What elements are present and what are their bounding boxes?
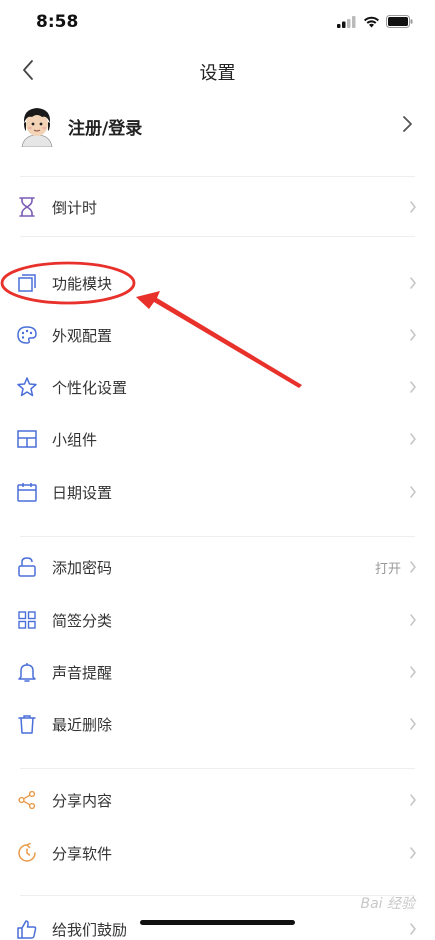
chevron-right-icon — [410, 666, 416, 678]
chevron-right-icon — [410, 718, 416, 730]
hourglass-icon — [14, 194, 40, 220]
share-icon — [14, 787, 40, 813]
thumbs-up-icon — [14, 916, 40, 940]
settings-item-label: 分享内容 — [52, 792, 113, 810]
page-title: 设置 — [199, 63, 236, 84]
settings-item-label: 声音提醒 — [52, 664, 113, 682]
wifi-icon — [364, 16, 379, 27]
divider — [20, 895, 415, 896]
calendar-icon — [14, 479, 40, 505]
settings-item-widgets[interactable]: 小组件 — [0, 413, 435, 465]
settings-item-share-app[interactable]: 分享软件 — [0, 827, 435, 879]
settings-item-sound-reminder[interactable]: 声音提醒 — [0, 646, 435, 698]
widget-layout-icon — [14, 426, 40, 452]
chevron-right-icon — [410, 847, 416, 859]
settings-item-label: 功能模块 — [52, 275, 113, 293]
settings-item-date[interactable]: 日期设置 — [0, 466, 435, 518]
account-label: 注册/登录 — [68, 119, 143, 139]
settings-item-add-password[interactable]: 添加密码 打开 — [0, 541, 435, 593]
divider — [20, 176, 415, 177]
palette-icon — [14, 322, 40, 348]
chevron-right-icon — [410, 923, 416, 935]
grid-icon — [14, 607, 40, 633]
settings-item-label: 外观配置 — [52, 327, 113, 345]
settings-item-appearance[interactable]: 外观配置 — [0, 309, 435, 361]
settings-item-label: 倒计时 — [52, 199, 98, 217]
chevron-right-icon — [410, 201, 416, 213]
settings-item-label: 给我们鼓励 — [52, 921, 128, 939]
chevron-right-icon — [403, 116, 412, 132]
settings-item-label: 最近删除 — [52, 716, 113, 734]
chevron-right-icon — [410, 614, 416, 626]
settings-item-share-content[interactable]: 分享内容 — [0, 774, 435, 826]
settings-item-modules[interactable]: 功能模块 — [0, 257, 435, 309]
settings-item-recently-deleted[interactable]: 最近删除 — [0, 698, 435, 750]
settings-item-note-categories[interactable]: 简签分类 — [0, 594, 435, 646]
cellular-signal-icon — [337, 15, 356, 28]
bell-icon — [14, 659, 40, 685]
settings-item-label: 分享软件 — [52, 845, 113, 863]
settings-item-label: 添加密码 — [52, 559, 113, 577]
settings-item-label: 日期设置 — [52, 484, 113, 502]
account-row[interactable]: 注册/登录 — [0, 100, 435, 152]
chevron-right-icon — [410, 381, 416, 393]
lock-icon — [14, 554, 40, 580]
home-indicator[interactable] — [140, 920, 295, 925]
chevron-right-icon — [410, 433, 416, 445]
watermark: Bai 经验 — [360, 896, 415, 912]
trash-icon — [14, 711, 40, 737]
settings-item-label: 简签分类 — [52, 612, 113, 630]
settings-item-label: 小组件 — [52, 431, 98, 449]
chevron-right-icon — [410, 329, 416, 341]
divider — [20, 536, 415, 537]
status-bar: 8:58 — [0, 0, 435, 46]
settings-item-personalization[interactable]: 个性化设置 — [0, 361, 435, 413]
chevron-right-icon — [410, 486, 416, 498]
nav-bar: 设置 — [0, 46, 435, 94]
status-icons — [337, 15, 413, 28]
chevron-right-icon — [410, 561, 416, 573]
battery-icon — [386, 15, 413, 28]
star-outline-icon — [14, 374, 40, 400]
refresh-icon — [14, 840, 40, 866]
chevron-right-icon — [410, 794, 416, 806]
divider — [20, 768, 415, 769]
settings-item-countdown[interactable]: 倒计时 — [0, 181, 435, 233]
settings-item-value: 打开 — [374, 562, 401, 577]
avatar — [21, 108, 53, 147]
status-time: 8:58 — [36, 12, 79, 32]
divider — [20, 236, 415, 237]
chevron-right-icon — [410, 277, 416, 289]
settings-item-label: 个性化设置 — [52, 379, 128, 397]
module-icon — [14, 270, 40, 296]
